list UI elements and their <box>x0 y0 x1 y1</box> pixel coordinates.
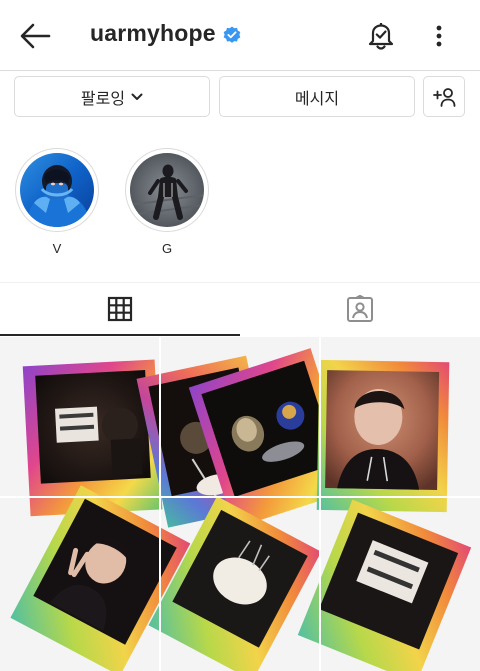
add-user-button[interactable] <box>423 76 465 117</box>
message-label: 메시지 <box>294 90 340 108</box>
add-user-icon <box>433 87 456 107</box>
tagged-icon <box>347 295 373 322</box>
following-button[interactable]: 팔로잉 <box>14 76 210 117</box>
tab-tagged[interactable] <box>240 282 480 336</box>
back-arrow-icon[interactable] <box>18 22 52 50</box>
active-tab-indicator <box>0 334 240 336</box>
profile-header: uarmyhope <box>0 0 480 70</box>
message-button[interactable]: 메시지 <box>219 76 415 117</box>
highlight-label: V <box>52 241 62 256</box>
profile-username: uarmyhope <box>90 20 216 46</box>
highlight-g[interactable]: G <box>125 148 209 256</box>
highlight-ring <box>125 148 209 232</box>
header-divider <box>0 70 480 71</box>
more-options-icon[interactable] <box>428 24 450 48</box>
highlight-ring <box>15 148 99 232</box>
highlight-image <box>20 153 94 227</box>
highlight-v[interactable]: V <box>15 148 99 256</box>
grid-icon <box>107 296 133 322</box>
highlight-image <box>130 153 204 227</box>
tab-posts-grid[interactable] <box>0 282 240 336</box>
post-collage-image <box>0 337 480 671</box>
posts-grid <box>0 337 480 671</box>
following-label: 팔로잉 <box>80 90 126 108</box>
verified-badge-icon <box>223 26 241 43</box>
highlight-label: G <box>161 241 173 256</box>
chevron-down-icon <box>131 93 143 100</box>
notification-bell-icon[interactable] <box>366 20 396 50</box>
